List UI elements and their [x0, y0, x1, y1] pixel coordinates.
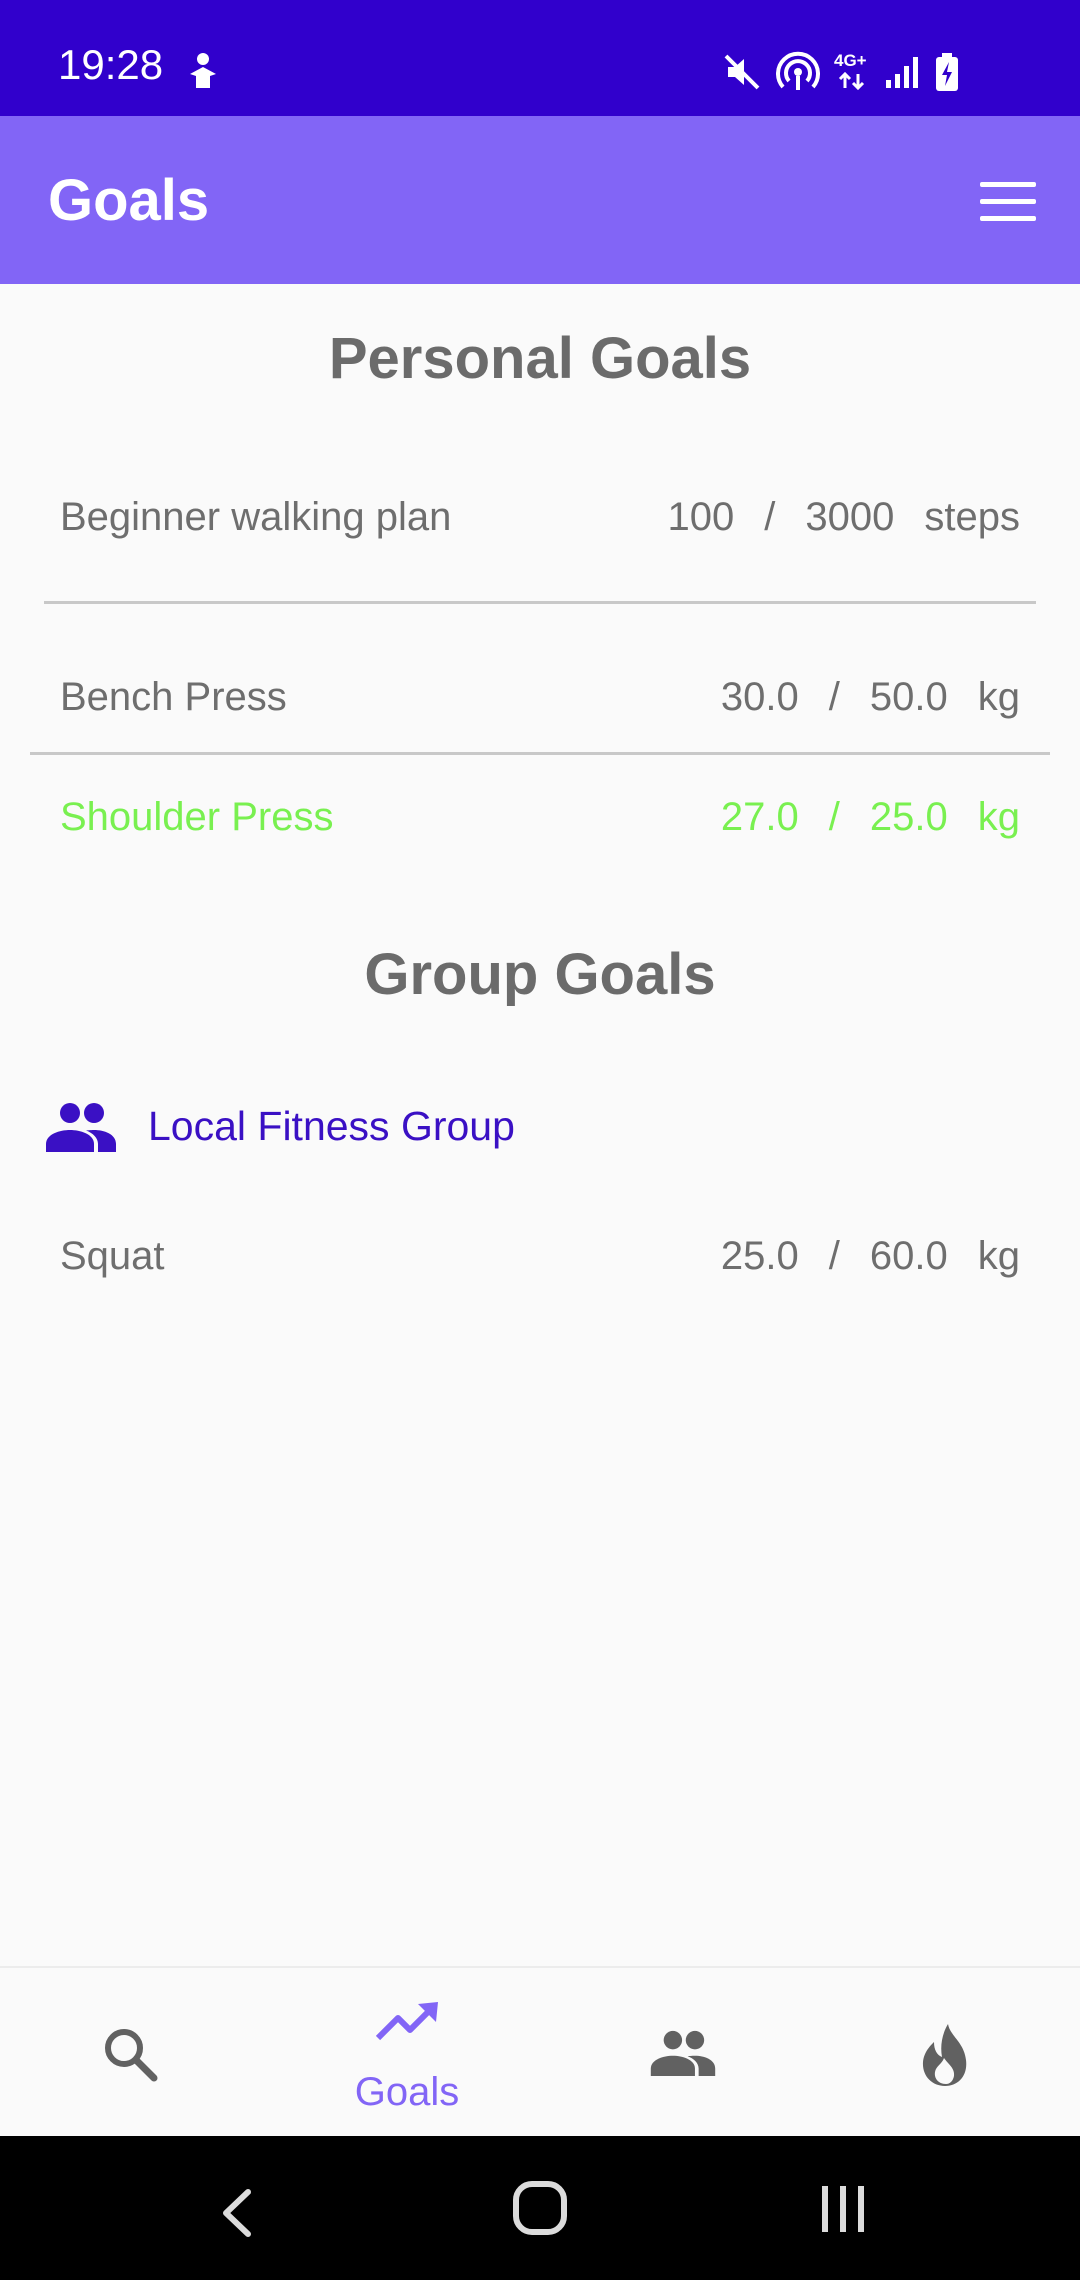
- hotspot-icon: [776, 51, 820, 90]
- mute-icon: [724, 54, 760, 90]
- goal-target: 25.0: [869, 795, 948, 839]
- goal-unit: steps: [924, 495, 1020, 539]
- goal-separator: /: [828, 795, 840, 839]
- goal-current: 27.0: [720, 795, 799, 839]
- status-bar: 19:28 4G+: [0, 0, 1080, 116]
- goal-name: Shoulder Press: [60, 795, 334, 839]
- goal-target: 60.0: [869, 1234, 948, 1278]
- nav-item-groups[interactable]: [548, 1968, 818, 2138]
- goal-name: Bench Press: [60, 675, 287, 719]
- nav-item-search[interactable]: [0, 1968, 270, 2138]
- search-icon: [105, 2029, 158, 2082]
- group-people-icon: [46, 1103, 116, 1152]
- recents-icon[interactable]: [818, 2184, 868, 2234]
- goal-progress: 27.0 / 25.0 kg: [721, 797, 1020, 837]
- system-navigation-bar: [0, 2136, 1080, 2280]
- goal-progress: 100 / 3000 steps: [668, 497, 1020, 537]
- group-goals-title: Group Goals: [364, 942, 716, 1007]
- signal-icon: [886, 57, 918, 88]
- group-name: Local Fitness Group: [148, 1103, 515, 1149]
- trending-up-icon: [376, 2002, 438, 2041]
- personal-goals-title: Personal Goals: [328, 326, 752, 391]
- app-bar: Goals: [0, 116, 1080, 284]
- nav-item-streaks[interactable]: [810, 1968, 1080, 2138]
- goal-row-squat[interactable]: Squat 25.0 / 60.0 kg: [60, 1216, 1020, 1296]
- back-icon[interactable]: [220, 2188, 254, 2238]
- goal-unit: kg: [977, 1234, 1020, 1278]
- status-icons: 4G+: [722, 50, 960, 94]
- goal-separator: /: [828, 1234, 840, 1278]
- goal-unit: kg: [977, 795, 1020, 839]
- divider: [44, 601, 1036, 604]
- goal-row-bench-press[interactable]: Bench Press 30.0 / 50.0 kg: [60, 657, 1020, 737]
- goal-progress: 30.0 / 50.0 kg: [721, 677, 1020, 717]
- figure-notification-icon: [190, 53, 216, 88]
- page-title: Goals: [48, 168, 210, 233]
- status-time: 19:28: [58, 41, 164, 88]
- home-icon[interactable]: [512, 2180, 568, 2236]
- battery-charging-icon: [936, 53, 958, 91]
- goal-separator: /: [828, 675, 840, 719]
- group-icon: [650, 2030, 716, 2076]
- bottom-navigation: Goals: [0, 1966, 1080, 2138]
- goal-row-shoulder-press[interactable]: Shoulder Press 27.0 / 25.0 kg: [60, 777, 1020, 857]
- goal-row-walking[interactable]: Beginner walking plan 100 / 3000 steps: [60, 477, 1020, 557]
- nav-item-goals[interactable]: Goals: [272, 1968, 542, 2138]
- group-header[interactable]: Local Fitness Group: [46, 1094, 846, 1158]
- hamburger-menu-icon[interactable]: [980, 182, 1036, 222]
- goal-unit: kg: [977, 675, 1020, 719]
- goal-current: 100: [667, 495, 735, 539]
- network-4g-icon: 4G+: [834, 52, 870, 92]
- goal-target: 3000: [805, 495, 895, 539]
- divider: [30, 752, 1050, 755]
- goal-target: 50.0: [869, 675, 948, 719]
- flame-icon: [922, 2024, 967, 2086]
- network-label: 4G+: [834, 51, 867, 70]
- goal-name: Squat: [60, 1234, 165, 1278]
- goal-name: Beginner walking plan: [60, 495, 452, 539]
- nav-label-goals: Goals: [354, 2070, 460, 2114]
- goal-progress: 25.0 / 60.0 kg: [721, 1236, 1020, 1276]
- goal-separator: /: [764, 495, 776, 539]
- goal-current: 30.0: [720, 675, 799, 719]
- goal-current: 25.0: [720, 1234, 799, 1278]
